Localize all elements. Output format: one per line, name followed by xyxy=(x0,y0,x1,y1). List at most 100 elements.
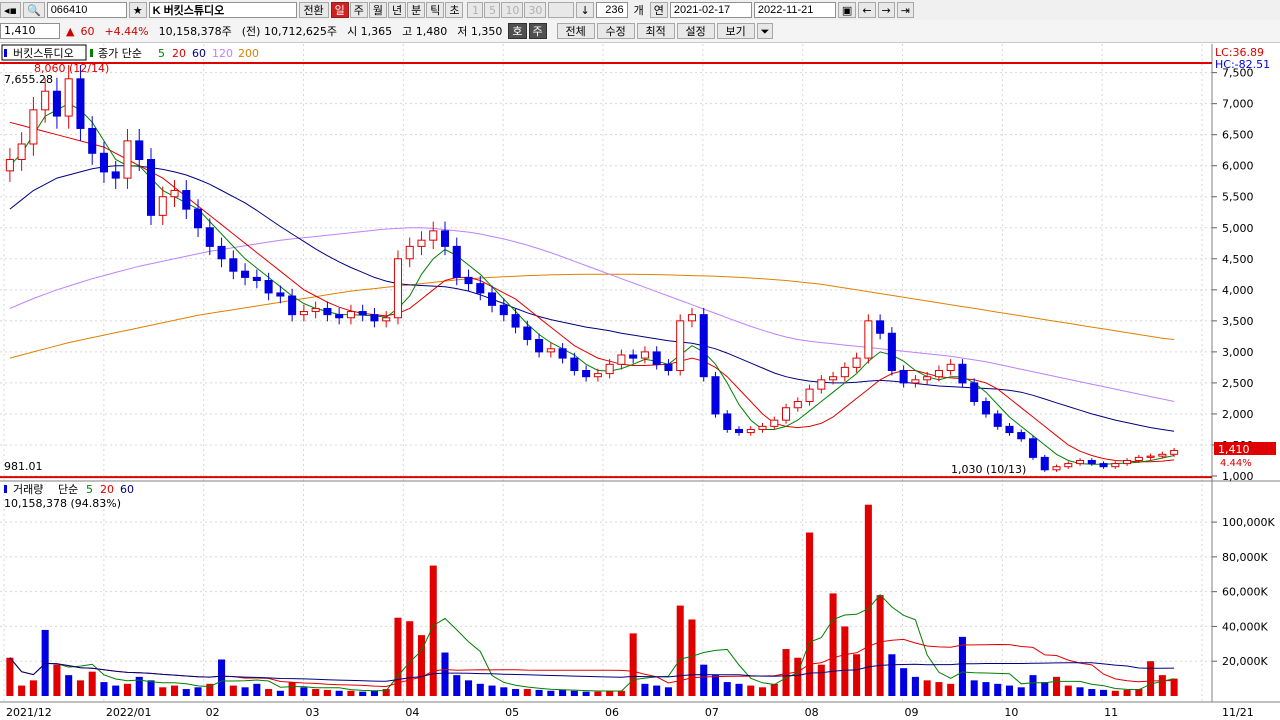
arrow-down-icon[interactable]: ↓ xyxy=(576,2,594,18)
volume-bar xyxy=(559,689,567,696)
volume-bar xyxy=(512,689,520,696)
x-tick-label: 07 xyxy=(705,706,719,719)
volume-bar xyxy=(888,654,896,696)
candle-body xyxy=(76,78,85,129)
candle-body xyxy=(934,370,943,378)
period-button-6[interactable]: 초 xyxy=(445,2,464,18)
volume-bar xyxy=(1123,689,1131,696)
candle-body xyxy=(582,370,591,378)
skip-end-icon[interactable]: ⇥ xyxy=(896,2,914,18)
interval-button-2[interactable]: 10 xyxy=(501,2,524,18)
star-icon[interactable]: ★ xyxy=(128,2,147,18)
candle-body xyxy=(417,239,426,247)
switch-button[interactable]: 전환 xyxy=(298,2,329,18)
year-button[interactable]: 연 xyxy=(649,2,668,18)
period-button-3[interactable]: 년 xyxy=(387,2,407,18)
x-tick-label: 2021/12 xyxy=(6,706,52,719)
chart-area[interactable]: 1,0001,5002,0002,5003,0003,5004,0004,500… xyxy=(0,44,1280,720)
candle-body xyxy=(758,425,767,430)
candle-body xyxy=(64,78,73,117)
arrow-left-icon[interactable]: ← xyxy=(858,2,876,18)
candle-body xyxy=(252,276,261,282)
volume-bar xyxy=(170,685,179,696)
volume-bar xyxy=(1170,678,1178,696)
x-tick-label: 02 xyxy=(206,706,220,719)
volume-bar xyxy=(194,687,202,696)
volume-bar xyxy=(923,680,931,696)
vol-y-tick-label: 100,000K xyxy=(1222,516,1275,529)
volume-bar xyxy=(653,685,661,696)
volume-bar xyxy=(1052,676,1061,696)
interval-button-3[interactable]: 30 xyxy=(524,2,547,18)
candle-body xyxy=(17,143,26,160)
arrow-right-icon[interactable]: → xyxy=(877,2,895,18)
vol-legend-type: 단순 xyxy=(58,483,78,496)
high-marker: 8,060 (12/14) xyxy=(34,62,109,75)
period-button-5[interactable]: 틱 xyxy=(426,2,445,18)
vol-y-tick-label: 20,000K xyxy=(1222,655,1268,668)
candle-body xyxy=(41,90,50,111)
date-to-input[interactable] xyxy=(753,2,836,18)
menu-settings[interactable]: 설정 xyxy=(676,23,715,39)
candle-body xyxy=(958,363,967,384)
period-button-0[interactable]: 일 xyxy=(330,2,349,18)
candle-body xyxy=(311,307,320,313)
candle-body xyxy=(29,109,38,145)
volume-bar xyxy=(500,687,508,696)
volume-bar xyxy=(453,675,461,696)
volume-bar xyxy=(606,690,614,696)
volume-bar xyxy=(347,690,355,696)
candle-body xyxy=(217,245,226,260)
date-from-input[interactable] xyxy=(669,2,752,18)
candle-body xyxy=(276,292,285,297)
legend-ma20: 20 xyxy=(172,47,186,60)
volume-bar xyxy=(1100,689,1108,696)
candle-body xyxy=(629,354,638,359)
stock-name-input[interactable] xyxy=(148,2,297,18)
volume-bar xyxy=(723,682,731,696)
interval-button-0[interactable]: 1 xyxy=(467,2,484,18)
y-tick-label: 5,000 xyxy=(1222,222,1254,235)
volume-bar xyxy=(276,690,284,696)
menu-adjust[interactable]: 수정 xyxy=(596,23,635,39)
funnel-icon[interactable]: ⏷ xyxy=(756,23,774,39)
period-button-4[interactable]: 분 xyxy=(407,2,426,18)
candle-body xyxy=(923,376,932,381)
count-input[interactable] xyxy=(595,2,628,18)
period-button-1[interactable]: 주 xyxy=(349,2,368,18)
candle-body xyxy=(1064,463,1073,468)
period-selector: 일주월년분틱초 xyxy=(330,2,464,18)
search-icon[interactable]: 🔍 xyxy=(22,2,45,18)
candle-body xyxy=(182,190,191,210)
candle-body xyxy=(393,258,402,319)
volume-bar xyxy=(65,675,73,696)
x-tick-label: 05 xyxy=(505,706,519,719)
menu-all[interactable]: 전체 xyxy=(556,23,595,39)
interval-custom[interactable] xyxy=(548,2,575,18)
x-tick-label: 10 xyxy=(1004,706,1018,719)
candle-body xyxy=(605,363,614,375)
candle-body xyxy=(676,320,685,371)
candle-body xyxy=(370,314,379,322)
volume-bar xyxy=(829,593,837,696)
interval-button-1[interactable]: 5 xyxy=(484,2,501,18)
volume-bar xyxy=(76,680,84,696)
save-icon[interactable]: ▣ xyxy=(837,2,857,18)
y-tick-label: 1,000 xyxy=(1222,470,1254,483)
candle-body xyxy=(1099,463,1108,468)
volume-bar xyxy=(747,685,755,696)
menu-view[interactable]: 보기 xyxy=(716,23,755,39)
candle-body xyxy=(523,326,532,340)
menu-optimal[interactable]: 최적 xyxy=(636,23,675,39)
period-button-2[interactable]: 월 xyxy=(368,2,387,18)
candle-body xyxy=(723,413,732,430)
candle-body xyxy=(299,311,308,316)
quote-button[interactable]: 호 xyxy=(508,23,527,39)
vol-legend-20: 20 xyxy=(100,483,114,496)
volume-bar xyxy=(982,682,990,696)
y-tick-label: 2,500 xyxy=(1222,377,1254,390)
order-button[interactable]: 주 xyxy=(528,23,547,39)
stock-code-input[interactable] xyxy=(46,2,127,18)
volume-bar xyxy=(265,689,273,696)
menu-icon[interactable]: ◂▪ xyxy=(0,2,21,18)
